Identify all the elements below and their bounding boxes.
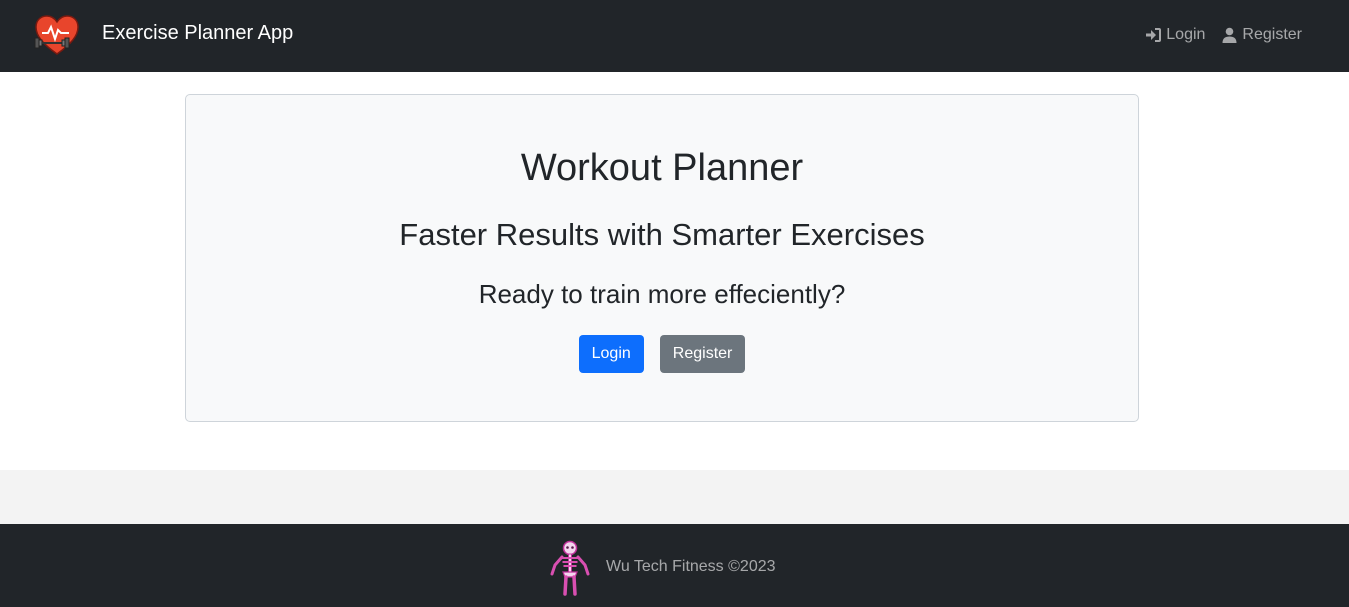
nav-register-label: Register (1242, 26, 1302, 43)
skeleton-icon (550, 540, 590, 596)
footer-copyright: Wu Tech Fitness ©2023 (606, 558, 776, 575)
nav-register-link[interactable]: Register (1221, 24, 1302, 46)
nav-login-label: Login (1166, 26, 1206, 43)
register-button[interactable]: Register (659, 335, 746, 373)
brand-link[interactable]: Exercise Planner App (102, 20, 293, 46)
login-button[interactable]: Login (578, 335, 644, 373)
spacer-band (0, 470, 1349, 524)
page-title: Workout Planner (520, 147, 804, 189)
navbar: Exercise Planner App Login Register (0, 0, 1349, 72)
sign-in-icon (1146, 28, 1162, 42)
user-icon (1222, 27, 1237, 43)
nav-login-link[interactable]: Login (1145, 24, 1205, 46)
hero-buttons: Login Register (186, 335, 1138, 373)
nav-links: Login Register (1145, 24, 1302, 46)
heart-dumbbell-icon[interactable] (33, 14, 81, 56)
footer: Wu Tech Fitness ©2023 (0, 524, 1349, 607)
hero-prompt: Ready to train more effeciently? (478, 279, 846, 309)
hero-subtitle: Faster Results with Smarter Exercises (399, 217, 925, 252)
hero-card: Workout Planner Faster Results with Smar… (185, 94, 1139, 422)
